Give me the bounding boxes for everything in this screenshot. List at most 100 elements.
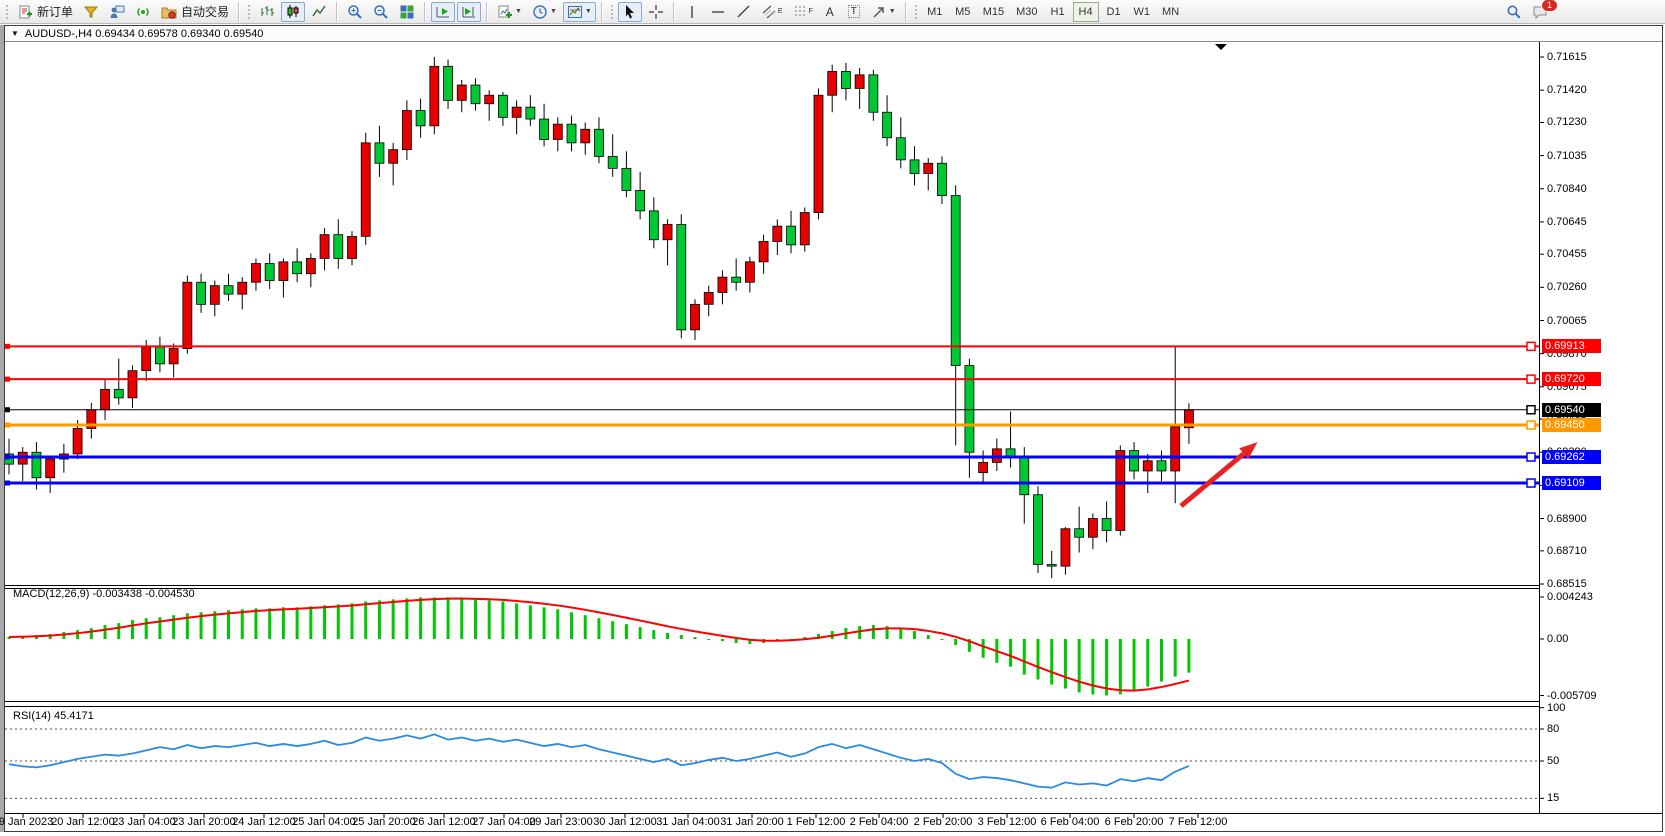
tf-button-H4[interactable]: H4	[1073, 2, 1099, 22]
toolbar-separator	[673, 2, 675, 22]
tf-button-H1[interactable]: H1	[1045, 2, 1071, 22]
price-tick-label: 0.68900	[1547, 512, 1587, 526]
chart-canvas[interactable]	[5, 42, 1662, 831]
zoom-in-icon	[347, 4, 363, 20]
fibonacci-tool-button[interactable]: F	[789, 2, 817, 22]
time-axis-label: 6 Feb 04:00	[1041, 816, 1100, 828]
toolbar-separator	[336, 2, 338, 22]
chevron-down-icon: ▼	[11, 29, 19, 38]
tf-button-D1[interactable]: D1	[1101, 2, 1127, 22]
timeframe-group: M1M5M15M30H1H4D1W1MN	[921, 2, 1185, 22]
tf-button-M5[interactable]: M5	[950, 2, 976, 22]
signals-button[interactable]	[131, 2, 155, 22]
text-tool-button[interactable]: A	[819, 2, 841, 22]
time-axis-label: 25 Jan 04:00	[292, 816, 356, 828]
time-axis-label: 26 Jan 12:00	[412, 816, 476, 828]
notification-badge: 1	[1541, 0, 1558, 12]
cursor-icon	[622, 4, 638, 20]
text-label-tool-button[interactable]: T	[843, 2, 865, 22]
tf-button-M1[interactable]: M1	[922, 2, 948, 22]
chart-shift-icon	[461, 4, 477, 20]
arrows-icon	[871, 4, 887, 20]
rsi-label: RSI(14) 45.4171	[13, 710, 94, 722]
chevron-down-icon: ▼	[585, 8, 592, 15]
toolbar-drag-handle[interactable]	[914, 4, 918, 20]
crosshair-tool-button[interactable]	[644, 2, 668, 22]
channel-tool-button[interactable]: E	[758, 2, 787, 22]
channel-letter: E	[778, 8, 783, 15]
candlestick-icon	[285, 4, 301, 20]
tf-button-W1[interactable]: W1	[1129, 2, 1156, 22]
trendline-icon	[736, 4, 752, 20]
price-line-label: 0.69262	[1542, 450, 1601, 464]
toolbar-separator	[238, 2, 240, 22]
zoom-in-button[interactable]	[343, 2, 367, 22]
line-chart-mode-button[interactable]	[307, 2, 331, 22]
new-chart-button[interactable]: ▼	[493, 2, 526, 22]
bar-chart-mode-button[interactable]	[255, 2, 279, 22]
rsi-level-label: 100	[1547, 701, 1565, 715]
macd-axis-label: 0.00	[1547, 632, 1568, 646]
time-axis-label: 2 Feb 04:00	[850, 816, 909, 828]
rsi-level-label: 50	[1547, 754, 1559, 768]
toolbar-drag-handle[interactable]	[5, 4, 9, 20]
chevron-down-icon: ▼	[515, 8, 522, 15]
price-line-label: 0.69450	[1542, 418, 1601, 432]
template-icon	[567, 4, 583, 20]
search-button[interactable]	[1502, 2, 1526, 22]
time-axis-label: 1 Feb 12:00	[787, 816, 846, 828]
vertical-line-tool-button[interactable]	[680, 2, 704, 22]
auto-trading-button[interactable]: 自动交易	[157, 2, 233, 22]
time-axis-label: 23 Jan 20:00	[172, 816, 236, 828]
tf-button-M15[interactable]: M15	[978, 2, 1009, 22]
price-line-label: 0.69913	[1542, 339, 1601, 353]
price-tick-label: 0.70840	[1547, 182, 1587, 196]
time-axis-label: 31 Jan 20:00	[720, 816, 784, 828]
tf-button-M30[interactable]: M30	[1011, 2, 1042, 22]
trendline-tool-button[interactable]	[732, 2, 756, 22]
search-icon	[1506, 4, 1522, 20]
trader-icon	[109, 4, 125, 20]
toolbar-drag-handle[interactable]	[247, 4, 251, 20]
chart-window: ▼ AUDUSD-,H4 0.69434 0.69578 0.69340 0.6…	[4, 25, 1663, 832]
price-line-label: 0.69540	[1542, 403, 1601, 417]
horizontal-line-tool-button[interactable]	[706, 2, 730, 22]
toolbar: 新订单 自动交易	[0, 0, 1665, 24]
template-button[interactable]: ▼	[563, 2, 596, 22]
cursor-tool-button[interactable]	[618, 2, 642, 22]
tile-windows-button[interactable]	[395, 2, 419, 22]
price-tick-label: 0.71420	[1547, 83, 1587, 97]
time-axis-label: 25 Jan 20:00	[352, 816, 416, 828]
macd-label: MACD(12,26,9) -0.003438 -0.004530	[13, 588, 195, 600]
signal-icon	[135, 4, 151, 20]
chart-shift-button[interactable]	[457, 2, 481, 22]
price-tick-label: 0.70645	[1547, 215, 1587, 229]
auto-scroll-button[interactable]	[431, 2, 455, 22]
price-tick-label: 0.70455	[1547, 247, 1587, 261]
toolbar-drag-handle[interactable]	[610, 4, 614, 20]
fibo-letter: F	[809, 8, 813, 15]
price-tick-label: 0.71615	[1547, 50, 1587, 64]
crosshair-icon	[648, 4, 664, 20]
arrows-tool-button[interactable]: ▼	[867, 2, 900, 22]
vertical-line-icon	[684, 4, 700, 20]
chart-title: AUDUSD-,H4 0.69434 0.69578 0.69340 0.695…	[25, 28, 264, 40]
chart-title-bar[interactable]: ▼ AUDUSD-,H4 0.69434 0.69578 0.69340 0.6…	[5, 26, 1662, 42]
zoom-out-button[interactable]	[369, 2, 393, 22]
price-tick-label: 0.71035	[1547, 149, 1587, 163]
market-watch-button[interactable]	[79, 2, 103, 22]
time-axis-label: 6 Feb 20:00	[1105, 816, 1164, 828]
candlestick-mode-button[interactable]	[281, 2, 305, 22]
channel-icon	[762, 4, 778, 20]
fibonacci-icon	[793, 4, 809, 20]
new-chart-icon	[497, 4, 513, 20]
price-tick-label: 0.70260	[1547, 280, 1587, 294]
chat-button[interactable]: 1	[1528, 2, 1552, 22]
clock-icon	[532, 4, 548, 20]
period-button[interactable]: ▼	[528, 2, 561, 22]
price-line-label: 0.69720	[1542, 372, 1601, 386]
new-order-button[interactable]: 新订单	[13, 2, 77, 22]
tf-button-MN[interactable]: MN	[1157, 2, 1184, 22]
terminal-button[interactable]	[105, 2, 129, 22]
price-tick-label: 0.68710	[1547, 544, 1587, 558]
